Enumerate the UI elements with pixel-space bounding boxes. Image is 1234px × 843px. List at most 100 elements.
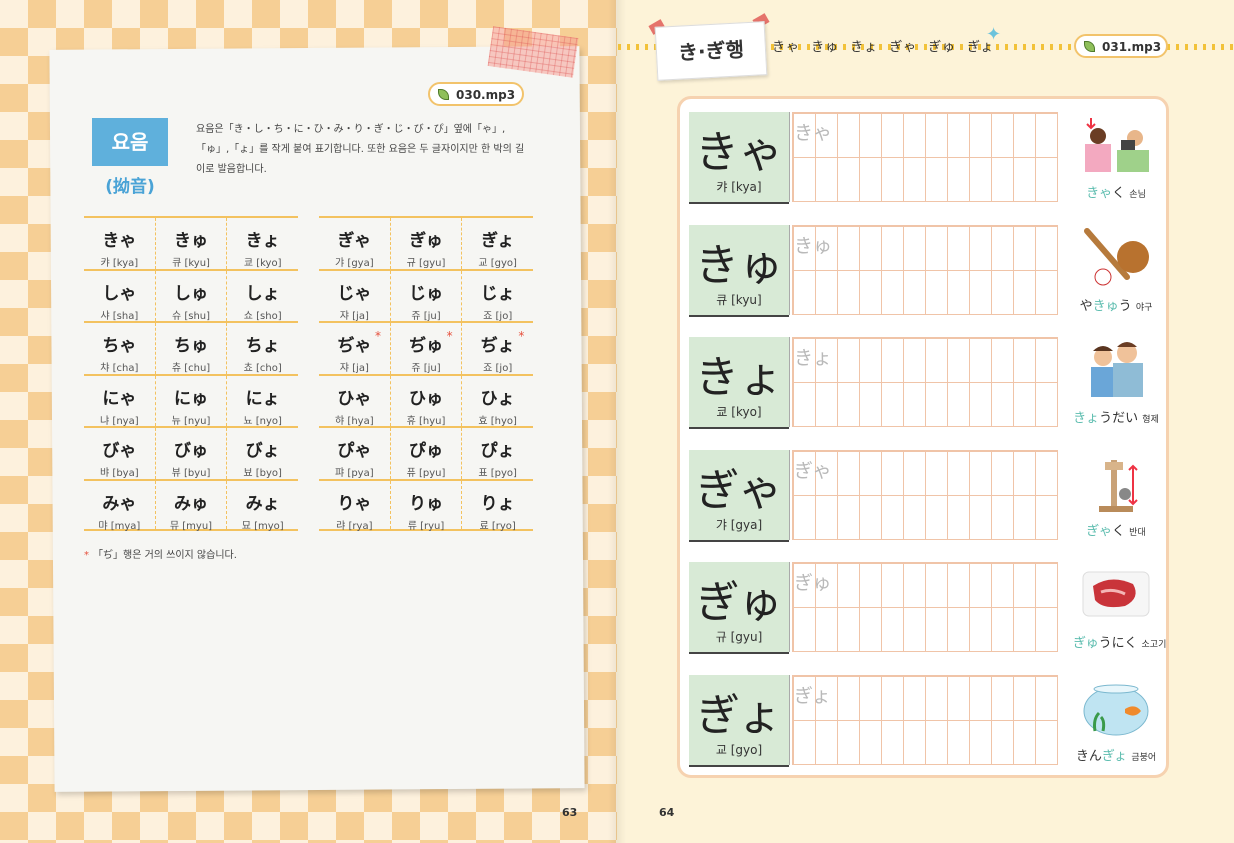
word-meaning: 반대 <box>1129 527 1146 538</box>
kana-text: ひょ <box>480 388 515 409</box>
kana-romanization: 쿄 [kyo] <box>716 405 762 419</box>
romanization-text: 류 [ryu] <box>407 520 445 532</box>
table-row: ぎゃ 갸 [gya] ぎゅ 규 [gyu] ぎょ 교 [gyo] <box>319 216 533 269</box>
kana-cell: ぎゅ 규 [gyu] <box>391 218 463 269</box>
kana-text: きゃ <box>102 231 137 251</box>
romanization-text: 료 [ryo] <box>479 520 516 532</box>
romanization-text: 햐 [hya] <box>335 415 374 427</box>
word-meaning: 손님 <box>1129 190 1146 200</box>
page-number-left: 63 <box>562 806 578 819</box>
big-kana: ぎゃ <box>695 464 783 516</box>
romanization-text: 죠 [jo] <box>483 310 513 322</box>
word-meaning: 금붕어 <box>1131 752 1157 763</box>
table-row: きゃ 캬 [kya] きゅ 큐 [kyu] きょ 쿄 [kyo] <box>84 216 298 269</box>
word-suffix: うにく <box>1098 636 1138 651</box>
table-row: しゃ 샤 [sha] しゅ 슈 [shu] しょ 쇼 [sho] <box>84 268 298 322</box>
table-row: ぢゃ 쟈 [ja] * ぢゅ 쥬 [ju] * ぢょ 죠 [jo] * <box>319 321 533 374</box>
trace-text: ぎゃ <box>794 459 832 482</box>
kana-cell: ぢゅ 쥬 [ju] * <box>391 323 463 374</box>
illustration: ぎゃく 반대 <box>1073 450 1159 540</box>
example-word: きょうだい 형제 <box>1073 407 1159 426</box>
romanization-text: 쥬 [ju] <box>411 363 441 374</box>
romanization-text: 묘 [myo] <box>241 520 284 532</box>
kana-cell: りゅ 류 [ryu] <box>391 480 463 532</box>
romanization-text: 큐 [kyu] <box>172 258 210 269</box>
kana-text: りょ <box>480 493 515 514</box>
kana-cell: ぎょ 교 [gyo] <box>462 218 533 269</box>
kana-cell: ちゅ 츄 [chu] <box>156 323 228 374</box>
leaf-icon <box>438 89 449 100</box>
kana-text: ぎゅ <box>409 231 443 251</box>
example-word: きんぎょ 금붕어 <box>1073 745 1159 764</box>
writing-grid[interactable] <box>792 449 1058 540</box>
trace-text: きゅ <box>794 234 833 257</box>
big-kana-box: ぎょ 교 [gyo] <box>689 674 790 767</box>
kana-cell: みゅ 뮤 [myu] <box>156 480 228 532</box>
kana-text: しゅ <box>174 283 208 304</box>
audio-badge-left[interactable]: 030.mp3 <box>428 82 524 106</box>
kana-text: ぴゅ <box>409 441 443 461</box>
practice-row: ぎゅ 규 [gyu] ぎゅ ぎゅうにく 소고기 <box>689 562 1166 654</box>
illustration-image <box>1083 684 1149 735</box>
kana-cell: ぴょ 표 [pyo] <box>462 428 533 479</box>
kana-text: みゅ <box>174 493 208 514</box>
audio-badge-right[interactable]: 031.mp3 <box>1074 34 1168 58</box>
kana-text: にゅ <box>174 388 208 409</box>
writing-grid[interactable] <box>792 674 1058 765</box>
illustration-image <box>1099 459 1138 512</box>
asterisk-mark: * <box>375 329 381 343</box>
word-highlight: ぎょ <box>1101 748 1128 764</box>
kana-cell: ひゃ 햐 [hya] <box>319 375 391 427</box>
book-spread: 030.mp3 요음 (拗音) 요음은「き・し・ち・に・ひ・み・り・ぎ・じ・び・… <box>0 0 1234 843</box>
example-word: きゃく 손님 <box>1073 182 1159 201</box>
word-prefix: や <box>1079 298 1093 314</box>
kana-text: りゅ <box>409 493 443 514</box>
trace-text: ぎょ <box>794 684 832 707</box>
kana-text: ちゅ <box>174 336 208 356</box>
kana-text: ちょ <box>245 336 280 356</box>
kana-cell: じゃ 쟈 [ja] <box>319 270 391 322</box>
kana-text: みゃ <box>102 493 137 514</box>
word-suffix: うだい <box>1099 411 1139 426</box>
kana-text: ぎょ <box>481 231 515 251</box>
romanization-text: 츄 [chu] <box>171 363 211 374</box>
word-highlight: きゅ <box>1092 298 1119 314</box>
kana-cell: にゅ 뉴 [nyu] <box>156 375 228 427</box>
illustration-image <box>1091 342 1143 397</box>
kana-text: にょ <box>245 388 280 409</box>
kana-cell: きょ 쿄 [kyo] <box>227 218 298 269</box>
section-kanji: (拗音) <box>105 177 155 197</box>
kana-text: きょ <box>245 231 280 251</box>
romanization-text: 휴 [hyu] <box>406 415 446 427</box>
intro-text: 요음은「き・し・ち・に・ひ・み・り・ぎ・じ・び・ぴ」옆에「ゃ」,「ゅ」,「ょ」를… <box>196 124 525 175</box>
kana-text: じゃ <box>337 283 372 304</box>
audio-label: 030.mp3 <box>456 88 516 102</box>
romanization-text: 죠 [jo] <box>483 363 513 374</box>
illustration-image <box>1084 227 1149 285</box>
romanization-text: 쿄 [kyo] <box>243 258 282 269</box>
table-row: りゃ 랴 [rya] りゅ 류 [ryu] りょ 료 [ryo] <box>319 478 533 532</box>
romanization-text: 표 [pyo] <box>478 468 517 479</box>
kana-romanization: 갸 [gya] <box>715 517 763 532</box>
kana-cell: ちゃ 챠 [cha] <box>84 323 156 374</box>
kana-text: ひゅ <box>409 388 443 409</box>
kana-romanization: 교 [gyo] <box>715 742 763 757</box>
example-word: やきゅう 야구 <box>1073 295 1159 314</box>
kana-text: じょ <box>480 283 515 304</box>
writing-grid[interactable] <box>792 562 1058 652</box>
romanization-text: 뇨 [nyo] <box>243 415 282 427</box>
romanization-text: 쵸 [cho] <box>243 363 282 374</box>
kana-cell: みょ 묘 [myo] <box>227 481 298 532</box>
kana-cell: みゃ 먀 [mya] <box>84 480 156 532</box>
romanization-text: 퓨 [pyu] <box>406 468 446 479</box>
kana-cell: びゅ 뷰 [byu] <box>156 428 228 479</box>
kana-cell: りゃ 랴 [rya] <box>319 480 391 532</box>
practice-row: きゅ 큐 [kyu] きゅ やきゅう 야구 <box>689 224 1159 317</box>
kana-cell: きゃ 캬 [kya] <box>84 218 156 269</box>
romanization-text: 뱌 [bya] <box>100 468 139 479</box>
kana-cell: ぢゃ 쟈 [ja] * <box>319 323 391 374</box>
romanization-text: 퍄 [pya] <box>335 468 374 479</box>
big-kana-box: ぎゃ 갸 [gya] <box>689 449 790 542</box>
illustration: きんぎょ 금붕어 <box>1073 675 1159 765</box>
illustration: やきゅう 야구 <box>1073 225 1159 315</box>
